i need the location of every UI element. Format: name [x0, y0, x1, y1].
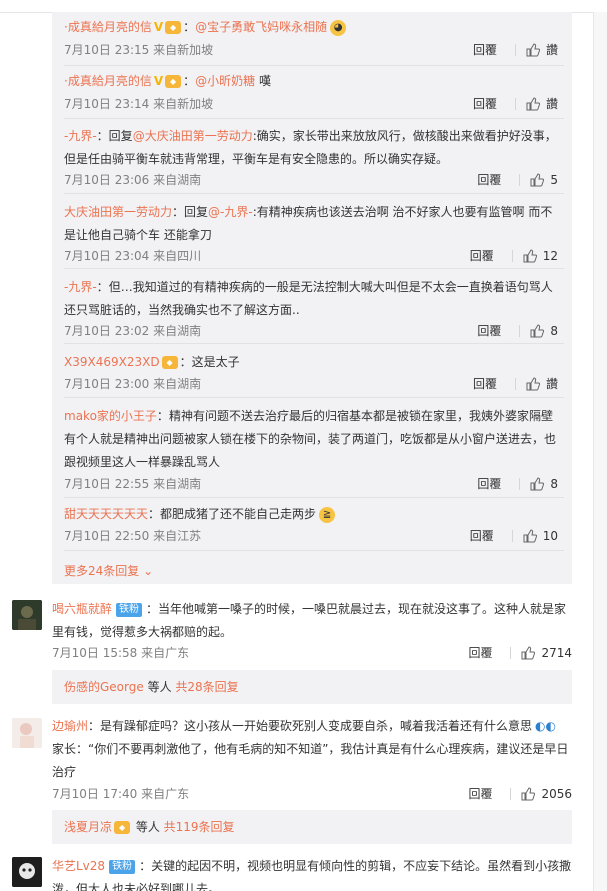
comment-user-link[interactable]: -九界- [64, 280, 97, 294]
verified-v-icon: V [153, 20, 164, 34]
summary-user-link[interactable]: 伤感的George [64, 680, 144, 694]
main-comment: 华艺Lv28 铁粉 ：关键的起因不明，视频也明显有倾向性的剪辑，不应妄下结论。虽然看… [52, 855, 572, 891]
avatar[interactable] [12, 857, 42, 887]
mention-link[interactable]: @宝子勇敢飞妈咪永相随 [195, 20, 327, 34]
comment-meta: 7月10日 15:58 来自广东 [52, 646, 190, 660]
comment-user-link[interactable]: mako家的小王子 [64, 409, 157, 423]
avatar[interactable] [12, 718, 42, 748]
thumbs-up-icon[interactable] [530, 476, 545, 491]
main-comment: 边瑜州：是有躁郁症吗？这小孩从一开始要砍死别人变成要自杀，喊着我活着还有什么意思… [52, 715, 572, 803]
sub-comment: ·成真給月亮的信 V ◆ ：@宝子勇敢飞妈咪永相随 ◕ 7月10日 23:15 来自新加… [64, 19, 558, 58]
mention-link[interactable]: @大庆油田第一劳动力 [133, 129, 253, 143]
reply-button[interactable]: 回覆 [473, 41, 497, 58]
cry-emoji-icon: ≧ [319, 506, 336, 523]
sub-comment: mako家的小王子：精神有问题不送去治疗最后的归宿基本都是被锁在家里，我姨外婆家… [64, 409, 558, 492]
summary-count-link[interactable]: 共119条回复 [164, 820, 235, 834]
vip-badge-icon: ◆ [161, 356, 178, 369]
comment-text: 这是太子 [191, 355, 240, 369]
scrollbar[interactable] [593, 12, 607, 891]
like-count: 8 [550, 323, 558, 338]
comment-user-link[interactable]: 边瑜州 [52, 719, 88, 733]
vip-badge-icon: ◆ [114, 821, 131, 834]
comment-user-link[interactable]: 甜天天天天天天 [64, 507, 148, 521]
thumbs-up-icon[interactable] [526, 376, 540, 391]
reply-button[interactable]: 回覆 [470, 247, 494, 264]
thumbs-up-icon[interactable] [526, 96, 540, 111]
vip-badge-icon: ◆ [165, 21, 182, 34]
replies-summary[interactable]: 伤感的George 等人 共28条回复 [52, 670, 572, 704]
mention-link[interactable]: @小昕奶糖 [195, 74, 255, 88]
comment-user-link[interactable]: ·成真給月亮的信 [64, 74, 152, 88]
like-count: 讚 [545, 43, 558, 57]
comment-user-link[interactable]: -九界- [64, 129, 97, 143]
comment-user-link[interactable]: X39X469X23XD [64, 355, 160, 369]
comment-meta: 7月10日 22:50 来自江苏 [64, 529, 202, 543]
comment-meta: 7月10日 23:02 来自湖南 [64, 324, 202, 338]
thumbs-up-icon[interactable] [526, 42, 540, 57]
like-count: 2714 [541, 645, 572, 660]
emoji-icon: ◐◐ [535, 719, 556, 733]
mention-link[interactable]: @-九界- [208, 205, 253, 219]
fan-badge: 铁粉 [109, 859, 136, 874]
comment-meta: 7月10日 23:06 来自湖南 [64, 173, 202, 187]
comment-user-link[interactable]: ·成真給月亮的信 [64, 20, 152, 34]
reply-button[interactable]: 回覆 [468, 785, 492, 802]
sub-comment: ·成真給月亮的信 V ◆ ：@小昕奶糖 嘆 7月10日 23:14 来自新加坡 回覆讚 [64, 74, 558, 112]
like-count: 讚 [545, 97, 558, 111]
comment-user-link[interactable]: 大庆油田第一劳动力 [64, 205, 172, 219]
comment-meta: 7月10日 23:04 来自四川 [64, 249, 202, 263]
reply-button[interactable]: 回覆 [468, 644, 492, 661]
comment-meta: 7月10日 23:15 来自新加坡 [64, 43, 214, 57]
like-count: 5 [550, 172, 558, 187]
like-count: 10 [542, 528, 558, 543]
sub-comment: 大庆油田第一劳动力：回复@-九界-:有精神疾病也该送去治啊 治不好家人也要有监管… [64, 205, 558, 264]
reply-button[interactable]: 回覆 [473, 95, 497, 112]
sub-comment: -九界-：但…我知道过的有精神疾病的一般是无法控制大喊大叫但是不太会一直换着语句… [64, 280, 558, 339]
comment-meta: 7月10日 23:14 来自新加坡 [64, 97, 214, 111]
vip-badge-icon: ◆ [165, 75, 182, 88]
replies-summary[interactable]: 浅夏月凉 ◆ 等人 共119条回复 [52, 810, 572, 844]
reply-button[interactable]: 回覆 [477, 475, 501, 492]
comment-meta: 7月10日 23:00 来自湖南 [64, 377, 202, 391]
comment-user-link[interactable]: 喝六瓶就醉 [52, 602, 112, 616]
sub-comment: -九界-：回复@大庆油田第一劳动力:确实，家长带出来放放风行，做核酸出来做看护好… [64, 129, 558, 188]
grin-emoji-icon: ◕ [330, 19, 347, 36]
sub-comment: X39X469X23XD ◆ ：这是太子 7月10日 23:00 来自湖南 回覆讚 [64, 355, 558, 392]
fan-badge: 铁粉 [116, 602, 143, 617]
thumbs-up-icon[interactable] [523, 528, 537, 543]
comment-meta: 7月10日 17:40 来自广东 [52, 787, 190, 801]
verified-v-icon: V [153, 74, 164, 88]
comment-meta: 7月10日 22:55 来自湖南 [64, 477, 202, 491]
reply-button[interactable]: 回覆 [473, 375, 497, 392]
like-count: 8 [550, 476, 558, 491]
chevron-down-icon: ⌄ [143, 564, 154, 578]
comment-text: 都肥成猪了还不能自己走两步 [160, 507, 317, 521]
summary-count-link[interactable]: 共28条回复 [175, 680, 238, 694]
thumbs-up-icon[interactable] [523, 248, 537, 263]
avatar[interactable] [12, 600, 42, 630]
thumbs-up-icon[interactable] [530, 323, 545, 338]
comment-text: 但…我知道过的有精神疾病的一般是无法控制大喊大叫但是不太会一直换着语句骂人还只骂… [64, 280, 553, 317]
like-count: 2056 [541, 786, 572, 801]
thumbs-up-icon[interactable] [530, 172, 545, 187]
comment-text-second: 家长：“你们不要再刺激他了，他有毛病的知不知道”，我估计真是有什么心理疾病，建议… [52, 742, 569, 779]
reply-button[interactable]: 回覆 [477, 171, 501, 188]
main-comment: 喝六瓶就醉 铁粉 ：当年他喊第一嗓子的时候，一嗓巴就晨过去，现在就没这事了。这种人就… [52, 598, 572, 662]
thumbs-up-icon[interactable] [521, 645, 536, 660]
summary-user-link[interactable]: 浅夏月凉 [64, 820, 112, 834]
thumbs-up-icon[interactable] [521, 786, 536, 801]
comment-user-link[interactable]: 华艺Lv28 [52, 859, 105, 873]
more-replies-link[interactable]: 更多24条回复 ⌄ [64, 562, 153, 579]
like-count: 讚 [545, 377, 558, 391]
reply-button[interactable]: 回覆 [470, 527, 494, 544]
comment-text: ：是有躁郁症吗？这小孩从一开始要砍死别人变成要自杀，喊着我活着还有什么意思 [88, 719, 533, 733]
reply-button[interactable]: 回覆 [477, 322, 501, 339]
like-count: 12 [542, 248, 558, 263]
sub-comment: 甜天天天天天天：都肥成猪了还不能自己走两步 ≧ 7月10日 22:50 来自江苏 … [64, 506, 558, 544]
